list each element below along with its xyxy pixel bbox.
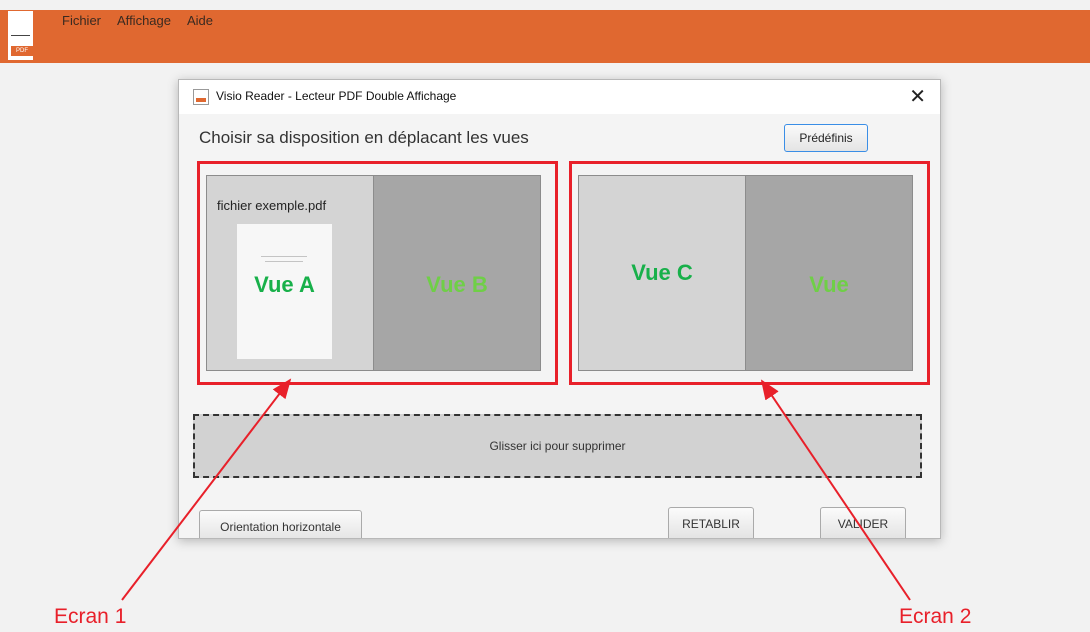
dialog-heading: Choisir sa disposition en déplacant les … [199, 128, 529, 147]
pdf-app-icon: PDF [8, 11, 33, 60]
view-a-panel[interactable]: fichier exemple.pdf Vue A [207, 176, 374, 370]
pdf-page-thumbnail: Vue A [237, 224, 332, 359]
screen-2-views: Vue C Vue [578, 175, 913, 371]
view-c-panel[interactable]: Vue C [579, 176, 746, 370]
layout-dialog: Visio Reader - Lecteur PDF Double Affich… [178, 79, 941, 539]
pdf-tag: PDF [11, 46, 33, 56]
screen-1-frame: fichier exemple.pdf Vue A Vue B [197, 161, 558, 385]
orientation-button[interactable]: Orientation horizontale [199, 510, 362, 538]
validate-button[interactable]: VALIDER [820, 507, 906, 538]
file-name: fichier exemple.pdf [217, 198, 327, 213]
view-b-label: Vue B [426, 272, 488, 297]
page: PDF Fichier Affichage Aide Visio Reader … [0, 0, 1090, 632]
reset-button[interactable]: RETABLIR [668, 507, 754, 538]
screen-2-caption: Ecran 2 [899, 605, 972, 628]
screen-1-caption: Ecran 1 [54, 605, 127, 628]
screen-1-views: fichier exemple.pdf Vue A Vue B [206, 175, 541, 371]
menu-bar: Fichier Affichage Aide [62, 13, 213, 28]
predefined-button[interactable]: Prédéfinis [784, 124, 868, 152]
dialog-titlebar[interactable]: Visio Reader - Lecteur PDF Double Affich… [179, 80, 940, 114]
view-d-panel[interactable]: Vue [746, 176, 912, 370]
view-c-label: Vue C [631, 260, 693, 285]
close-icon[interactable]: ✕ [909, 84, 926, 109]
delete-dropzone[interactable]: Glisser ici pour supprimer [193, 414, 922, 478]
dialog-title: Visio Reader - Lecteur PDF Double Affich… [216, 89, 457, 103]
app-bar: PDF Fichier Affichage Aide [0, 10, 1090, 63]
menu-aide[interactable]: Aide [187, 13, 213, 28]
window-app-icon [193, 89, 209, 105]
screen-2-frame: Vue C Vue [569, 161, 930, 385]
menu-fichier[interactable]: Fichier [62, 13, 101, 28]
view-d-label: Vue [809, 272, 849, 297]
menu-affichage[interactable]: Affichage [117, 13, 171, 28]
view-a-label: Vue A [254, 272, 315, 297]
view-b-panel[interactable]: Vue B [374, 176, 540, 370]
dropzone-label: Glisser ici pour supprimer [489, 439, 626, 453]
